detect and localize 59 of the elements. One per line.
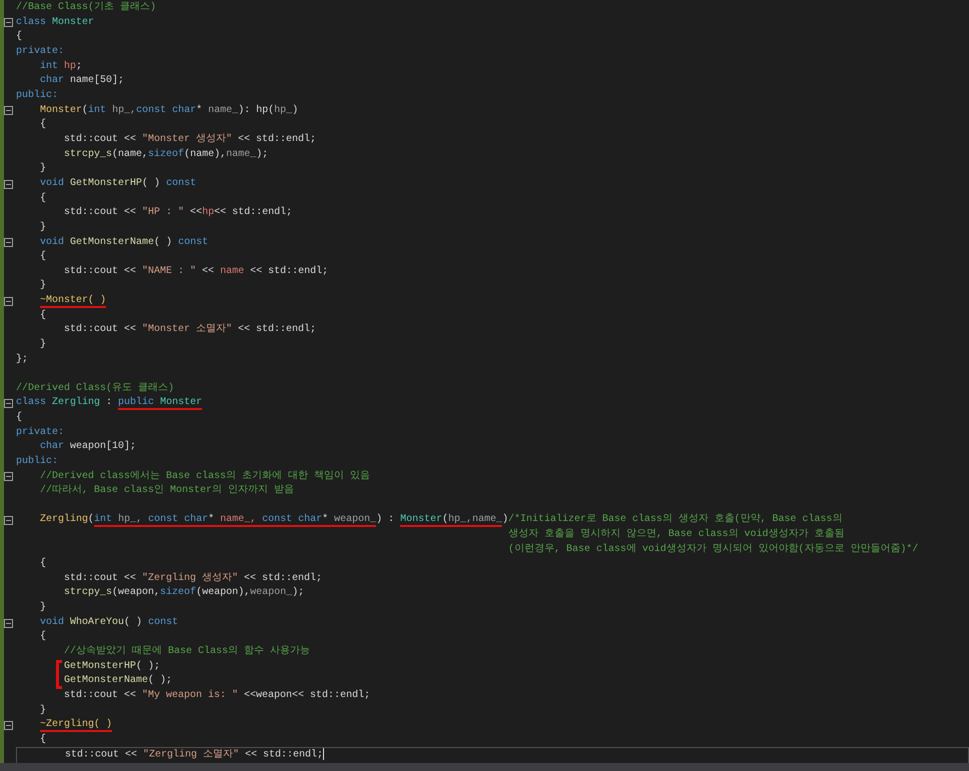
code-line: public: xyxy=(16,88,60,103)
code-line: void WhoAreYou( ) const xyxy=(39,616,180,630)
collapse-icon[interactable] xyxy=(4,180,13,189)
code-line: GetMonsterName( ); xyxy=(16,674,969,690)
code-line: std::cout << "Monster 소멸자" << std::endl; xyxy=(63,323,318,338)
code-line: public: xyxy=(16,454,60,469)
collapse-icon[interactable] xyxy=(4,618,13,628)
collapse-icon[interactable] xyxy=(4,238,13,248)
code-line: std::cout << "My weapon is: " <<weapon<< std::endl; xyxy=(63,689,372,704)
code-line: int hp; xyxy=(39,60,84,74)
code-line: } xyxy=(39,279,48,294)
code-line: class Monster xyxy=(16,16,96,30)
text-cursor xyxy=(323,748,324,760)
code-line: } xyxy=(39,220,48,235)
code-line: std::cout << "Zergling 생성자" << std::endl; xyxy=(63,572,324,586)
code-line: { xyxy=(39,557,48,572)
code-line: char name[50]; xyxy=(39,74,126,88)
code-line: { xyxy=(39,118,48,132)
collapse-icon[interactable] xyxy=(4,18,13,28)
code-line: Monster(int hp_,const char* name_): hp(hp_) xyxy=(39,104,300,118)
code-line: { xyxy=(39,250,48,264)
collapse-icon[interactable] xyxy=(4,721,13,730)
code-line: } xyxy=(39,601,48,616)
code-line: private: xyxy=(16,44,66,59)
code-line: //Derived Class(유도 클래스) xyxy=(16,382,176,396)
code-line: std::cout << "HP : " <<hp<< std::endl; xyxy=(63,206,294,220)
code-line: strcpy_s(weapon,sizeof(weapon),weapon_); xyxy=(63,586,306,600)
code-line: } xyxy=(39,704,48,718)
code-line: void GetMonsterHP( ) const xyxy=(39,176,198,191)
code-line: std::cout << "NAME : " << name << std::endl; xyxy=(63,264,330,279)
code-line: //따라서, Base class인 Monster의 인자까지 받음 xyxy=(39,484,296,498)
code-line: std::cout << "Monster 생성자" << std::endl; xyxy=(63,132,318,147)
code-line: GetMonsterHP( ); xyxy=(16,660,969,674)
code-line: private: xyxy=(16,426,66,440)
code-line: }; xyxy=(16,352,30,367)
collapse-icon[interactable] xyxy=(4,472,13,482)
code-line: //상속받았기 때문에 Base Class의 함수 사용가능 xyxy=(63,645,312,660)
collapse-icon[interactable] xyxy=(4,399,13,408)
code-line: { xyxy=(39,192,48,206)
code-line: class Zergling : public Monster xyxy=(16,396,204,411)
code-line: { xyxy=(16,30,24,44)
collapse-icon[interactable] xyxy=(4,106,13,116)
code-line: //Base Class(기초 클래스) xyxy=(16,1,158,15)
code-line: { xyxy=(39,630,48,644)
code-line: { xyxy=(39,308,48,323)
code-line: { xyxy=(16,410,24,425)
code-line: } xyxy=(39,338,48,352)
code-line: void GetMonsterName( ) const xyxy=(39,236,210,250)
code-line: ~Monster( ) xyxy=(39,294,108,309)
code-line: { xyxy=(39,733,48,748)
collapse-icon[interactable] xyxy=(4,296,13,306)
code-line: //Derived class에서는 Base class의 초기화에 대한 책임이 있음 xyxy=(39,470,372,484)
collapse-icon[interactable] xyxy=(4,516,13,525)
code-line: } xyxy=(39,162,48,176)
code-line: char weapon[10]; xyxy=(39,440,138,454)
code-line: strcpy_s(name,sizeof(name),name_); xyxy=(63,148,270,162)
code-line: ~Zergling( ) xyxy=(39,718,114,734)
code-line: Zergling(int hp_, const char* name_, const char* weapon_) : Monster(hp_,name_)/*Initializer로 Base class의 생성자 호출(만약, Base class의 생성자 호출을 명시하지 않으면, Base class의 void생성자가 호출됨 (이런경우, Base class에 void생성자가 명시되어 있어야함(자동으로 안만들어줌)*/ xyxy=(39,513,920,556)
horizontal-scrollbar[interactable] xyxy=(0,763,969,771)
